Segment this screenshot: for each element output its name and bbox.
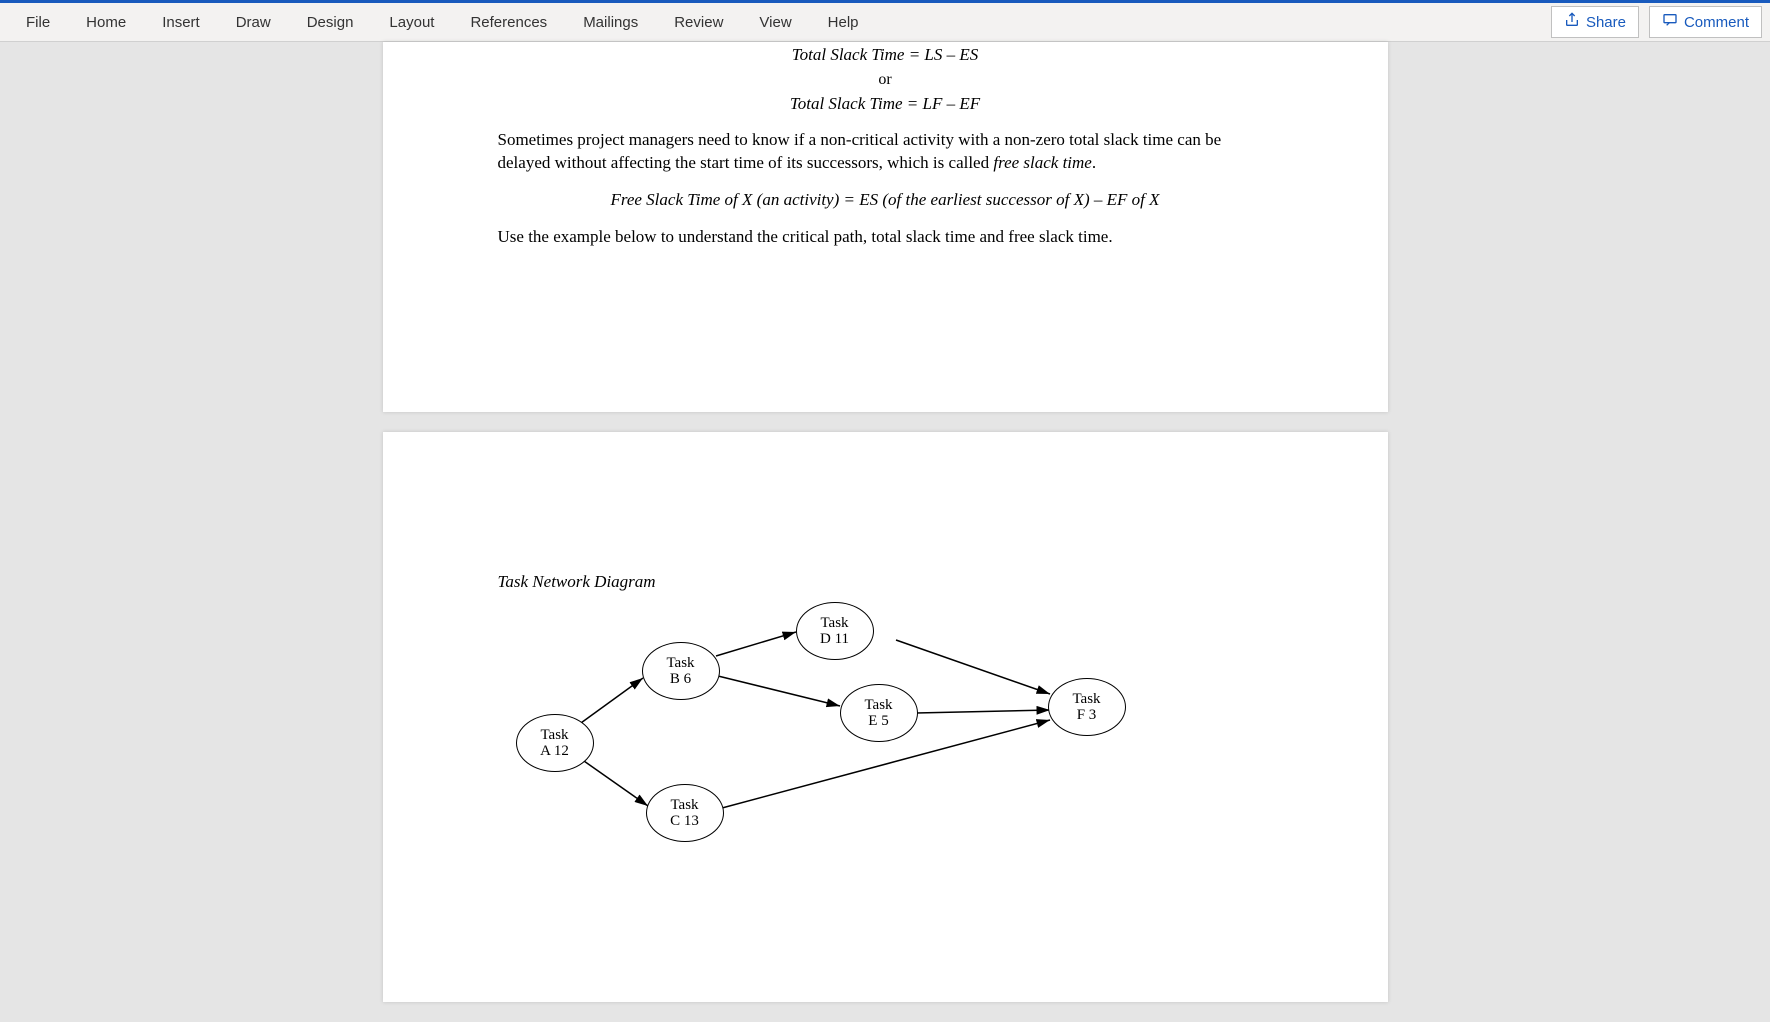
- share-label: Share: [1586, 14, 1626, 31]
- node-a-l2: A 12: [540, 743, 569, 760]
- node-e-l2: E 5: [868, 713, 888, 730]
- task-network-diagram: Task A 12 Task B 6 Task C 13 Task D 11 T…: [498, 598, 1258, 858]
- workspace: Total Slack Time = LS – ES or Total Slac…: [0, 42, 1770, 1022]
- para1-a: Sometimes project managers need to know …: [498, 130, 1222, 172]
- tab-review[interactable]: Review: [656, 4, 741, 41]
- para1-b: free slack time: [993, 153, 1092, 172]
- node-b-l1: Task: [666, 655, 694, 672]
- page-1[interactable]: Total Slack Time = LS – ES or Total Slac…: [383, 42, 1388, 412]
- equation-1: Total Slack Time = LS – ES: [498, 44, 1273, 67]
- node-f-l2: F 3: [1077, 707, 1097, 724]
- share-button[interactable]: Share: [1551, 6, 1639, 38]
- document-body-1: Total Slack Time = LS – ES or Total Slac…: [498, 44, 1273, 249]
- node-e: Task E 5: [840, 684, 918, 742]
- share-icon: [1564, 12, 1580, 32]
- tab-help[interactable]: Help: [810, 4, 877, 41]
- ribbon: File Home Insert Draw Design Layout Refe…: [0, 0, 1770, 42]
- equation-2: Total Slack Time = LF – EF: [498, 93, 1273, 116]
- tab-layout[interactable]: Layout: [371, 4, 452, 41]
- tab-insert[interactable]: Insert: [144, 4, 218, 41]
- comment-label: Comment: [1684, 14, 1749, 31]
- node-d: Task D 11: [796, 602, 874, 660]
- node-a: Task A 12: [516, 714, 594, 772]
- tab-file[interactable]: File: [8, 4, 68, 41]
- equation-3: Free Slack Time of X (an activity) = ES …: [498, 189, 1273, 212]
- diagram-title: Task Network Diagram: [498, 572, 1273, 592]
- node-b-l2: B 6: [670, 671, 691, 688]
- comment-button[interactable]: Comment: [1649, 6, 1762, 38]
- tab-mailings[interactable]: Mailings: [565, 4, 656, 41]
- node-b: Task B 6: [642, 642, 720, 700]
- tab-design[interactable]: Design: [289, 4, 372, 41]
- node-d-l2: D 11: [820, 631, 849, 648]
- page-2[interactable]: Task Network Diagram Task A 12: [383, 432, 1388, 1002]
- tab-references[interactable]: References: [452, 4, 565, 41]
- equation-or: or: [498, 69, 1273, 91]
- tab-draw[interactable]: Draw: [218, 4, 289, 41]
- node-e-l1: Task: [864, 697, 892, 714]
- tab-view[interactable]: View: [741, 4, 809, 41]
- node-c-l1: Task: [670, 797, 698, 814]
- comment-icon: [1662, 12, 1678, 32]
- node-c-l2: C 13: [670, 813, 699, 830]
- node-a-l1: Task: [540, 727, 568, 744]
- para1-c: .: [1092, 153, 1096, 172]
- node-f-l1: Task: [1072, 691, 1100, 708]
- node-c: Task C 13: [646, 784, 724, 842]
- paragraph-1: Sometimes project managers need to know …: [498, 129, 1273, 175]
- node-d-l1: Task: [820, 615, 848, 632]
- node-f: Task F 3: [1048, 678, 1126, 736]
- tab-home[interactable]: Home: [68, 4, 144, 41]
- paragraph-2: Use the example below to understand the …: [498, 226, 1273, 249]
- ribbon-right: Share Comment: [1551, 6, 1762, 38]
- ribbon-tabs: File Home Insert Draw Design Layout Refe…: [8, 4, 877, 41]
